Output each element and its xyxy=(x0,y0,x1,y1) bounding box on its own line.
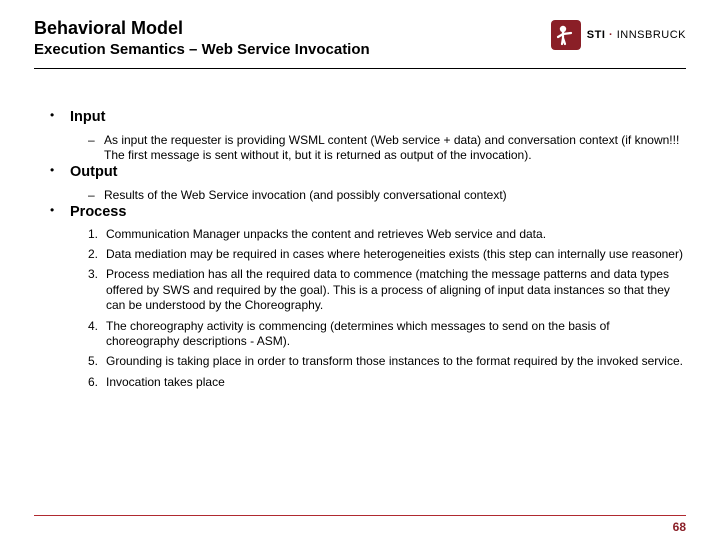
sub-bullet-text: As input the requester is providing WSML… xyxy=(104,133,686,164)
sub-bullet: – Results of the Web Service invocation … xyxy=(88,188,686,203)
slide-body: • Input – As input the requester is prov… xyxy=(50,108,686,390)
numbered-text: Data mediation may be required in cases … xyxy=(106,247,683,262)
numbered-item: 5. Grounding is taking place in order to… xyxy=(88,354,686,369)
logo-sep: · xyxy=(609,29,613,41)
numbered-item: 1. Communication Manager unpacks the con… xyxy=(88,227,686,242)
logo-place: INNSBRUCK xyxy=(617,29,686,41)
bullet-output: • Output xyxy=(50,163,686,182)
bullet-heading: Process xyxy=(70,203,126,222)
number-marker: 2. xyxy=(88,247,106,262)
title-divider xyxy=(34,68,686,69)
dash-marker: – xyxy=(88,133,104,164)
sti-logo-icon xyxy=(551,20,581,50)
numbered-item: 2. Data mediation may be required in cas… xyxy=(88,247,686,262)
numbered-item: 4. The choreography activity is commenci… xyxy=(88,319,686,350)
page-number: 68 xyxy=(673,520,686,534)
sub-bullet-text: Results of the Web Service invocation (a… xyxy=(104,188,507,203)
sti-logo: STI · INNSBRUCK xyxy=(551,20,686,50)
numbered-text: The choreography activity is commencing … xyxy=(106,319,686,350)
number-marker: 5. xyxy=(88,354,106,369)
bullet-heading: Output xyxy=(70,163,118,182)
dash-marker: – xyxy=(88,188,104,203)
bullet-marker: • xyxy=(50,163,70,182)
number-marker: 3. xyxy=(88,267,106,313)
footer-divider xyxy=(34,515,686,516)
numbered-item: 3. Process mediation has all the require… xyxy=(88,267,686,313)
numbered-item: 6. Invocation takes place xyxy=(88,375,686,390)
number-marker: 1. xyxy=(88,227,106,242)
logo-org: STI xyxy=(587,29,606,41)
numbered-text: Communication Manager unpacks the conten… xyxy=(106,227,546,242)
bullet-process: • Process xyxy=(50,203,686,222)
bullet-marker: • xyxy=(50,203,70,222)
numbered-text: Invocation takes place xyxy=(106,375,225,390)
slide: Behavioral Model Execution Semantics – W… xyxy=(0,0,720,540)
bullet-marker: • xyxy=(50,108,70,127)
sti-logo-text: STI · INNSBRUCK xyxy=(587,29,686,41)
bullet-heading: Input xyxy=(70,108,105,127)
numbered-text: Process mediation has all the required d… xyxy=(106,267,686,313)
number-marker: 4. xyxy=(88,319,106,350)
numbered-text: Grounding is taking place in order to tr… xyxy=(106,354,683,369)
bullet-input: • Input xyxy=(50,108,686,127)
sub-bullet: – As input the requester is providing WS… xyxy=(88,133,686,164)
number-marker: 6. xyxy=(88,375,106,390)
